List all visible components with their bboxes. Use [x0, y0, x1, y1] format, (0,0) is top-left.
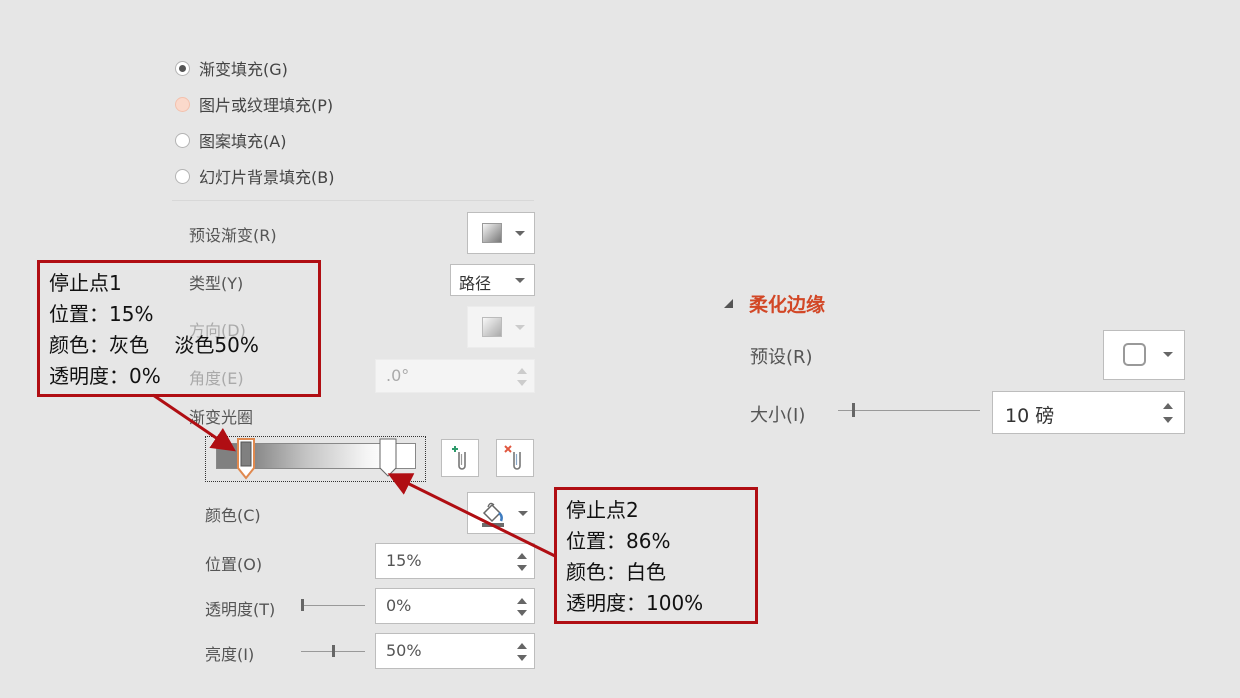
callout-line: 停止点1	[49, 271, 122, 295]
callout-line: 颜色：白色	[566, 560, 666, 584]
callout-arrow-stop2	[387, 473, 556, 558]
callout-line: 停止点2	[566, 498, 639, 522]
callout-line: 透明度：100%	[566, 591, 704, 615]
callout-stop1: 停止点1 位置：15% 颜色：灰色 淡色50% 透明度：0%	[37, 260, 321, 397]
callout-line: 颜色：灰色 淡色50%	[49, 333, 259, 357]
callout-stop2: 停止点2 位置：86% 颜色：白色 透明度：100%	[554, 487, 758, 624]
callout-line: 透明度：0%	[49, 364, 161, 388]
callout-line: 位置：86%	[566, 529, 671, 553]
callout-arrow-stop1	[152, 393, 236, 452]
callout-line: 位置：15%	[49, 302, 154, 326]
